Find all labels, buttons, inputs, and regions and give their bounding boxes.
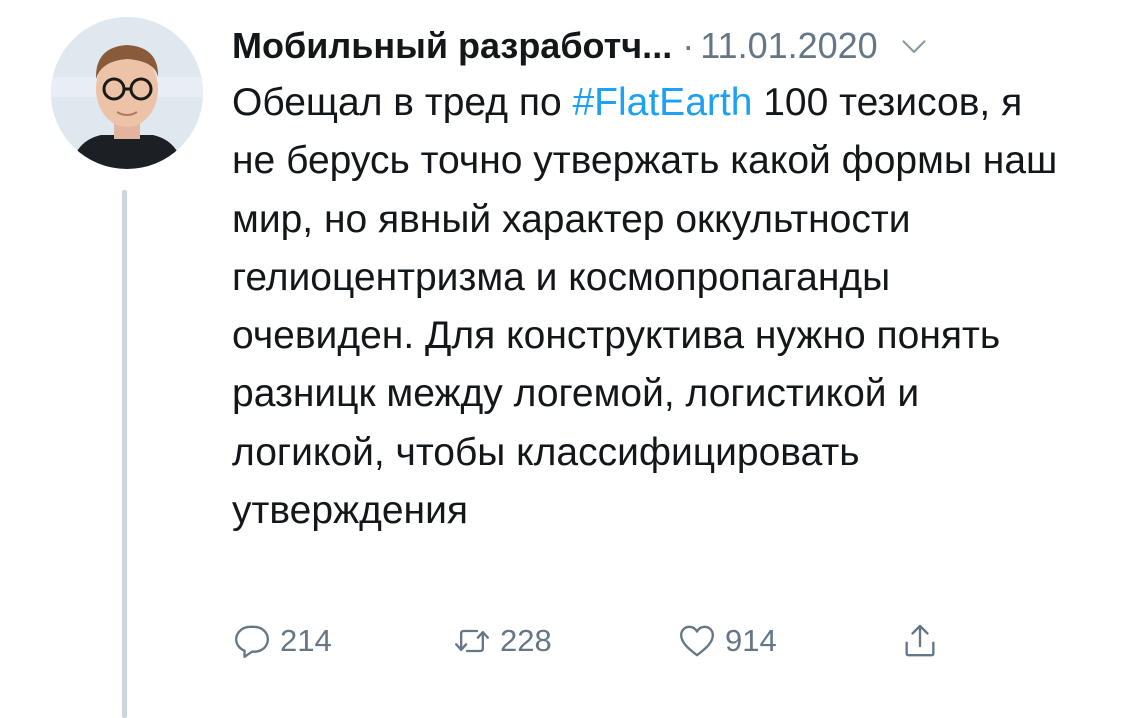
share-button[interactable] — [900, 615, 940, 667]
header-separator: · — [682, 25, 695, 66]
tweet-header: Мобильный разработч... · 11.01.2020 — [232, 22, 928, 70]
avatar[interactable] — [51, 17, 203, 169]
like-count: 914 — [725, 623, 777, 658]
tweet-text: Обещал в тред по #FlatEarth 100 тезисов,… — [232, 74, 1072, 540]
retweet-button[interactable]: 228 — [452, 615, 552, 667]
tweet-text-before: Обещал в тред по — [232, 81, 573, 124]
reply-count: 214 — [280, 623, 332, 658]
reply-icon — [235, 625, 269, 658]
chevron-down-icon[interactable] — [900, 32, 928, 60]
heart-icon — [680, 625, 714, 657]
tweet-date[interactable]: 11.01.2020 — [700, 25, 878, 67]
share-icon — [905, 624, 935, 657]
tweet-actions: 214 228 914 — [232, 615, 992, 667]
thread-line — [122, 190, 127, 718]
avatar-photo — [51, 17, 203, 169]
tweet-text-after: 100 тезисов, я не берусь точно утвержать… — [232, 81, 1058, 533]
hashtag-link[interactable]: #FlatEarth — [572, 81, 752, 124]
retweet-count: 228 — [500, 623, 552, 658]
retweet-icon — [455, 629, 489, 653]
author-name[interactable]: Мобильный разработч... — [232, 25, 672, 67]
like-button[interactable]: 914 — [677, 615, 777, 667]
reply-button[interactable]: 214 — [232, 615, 332, 667]
